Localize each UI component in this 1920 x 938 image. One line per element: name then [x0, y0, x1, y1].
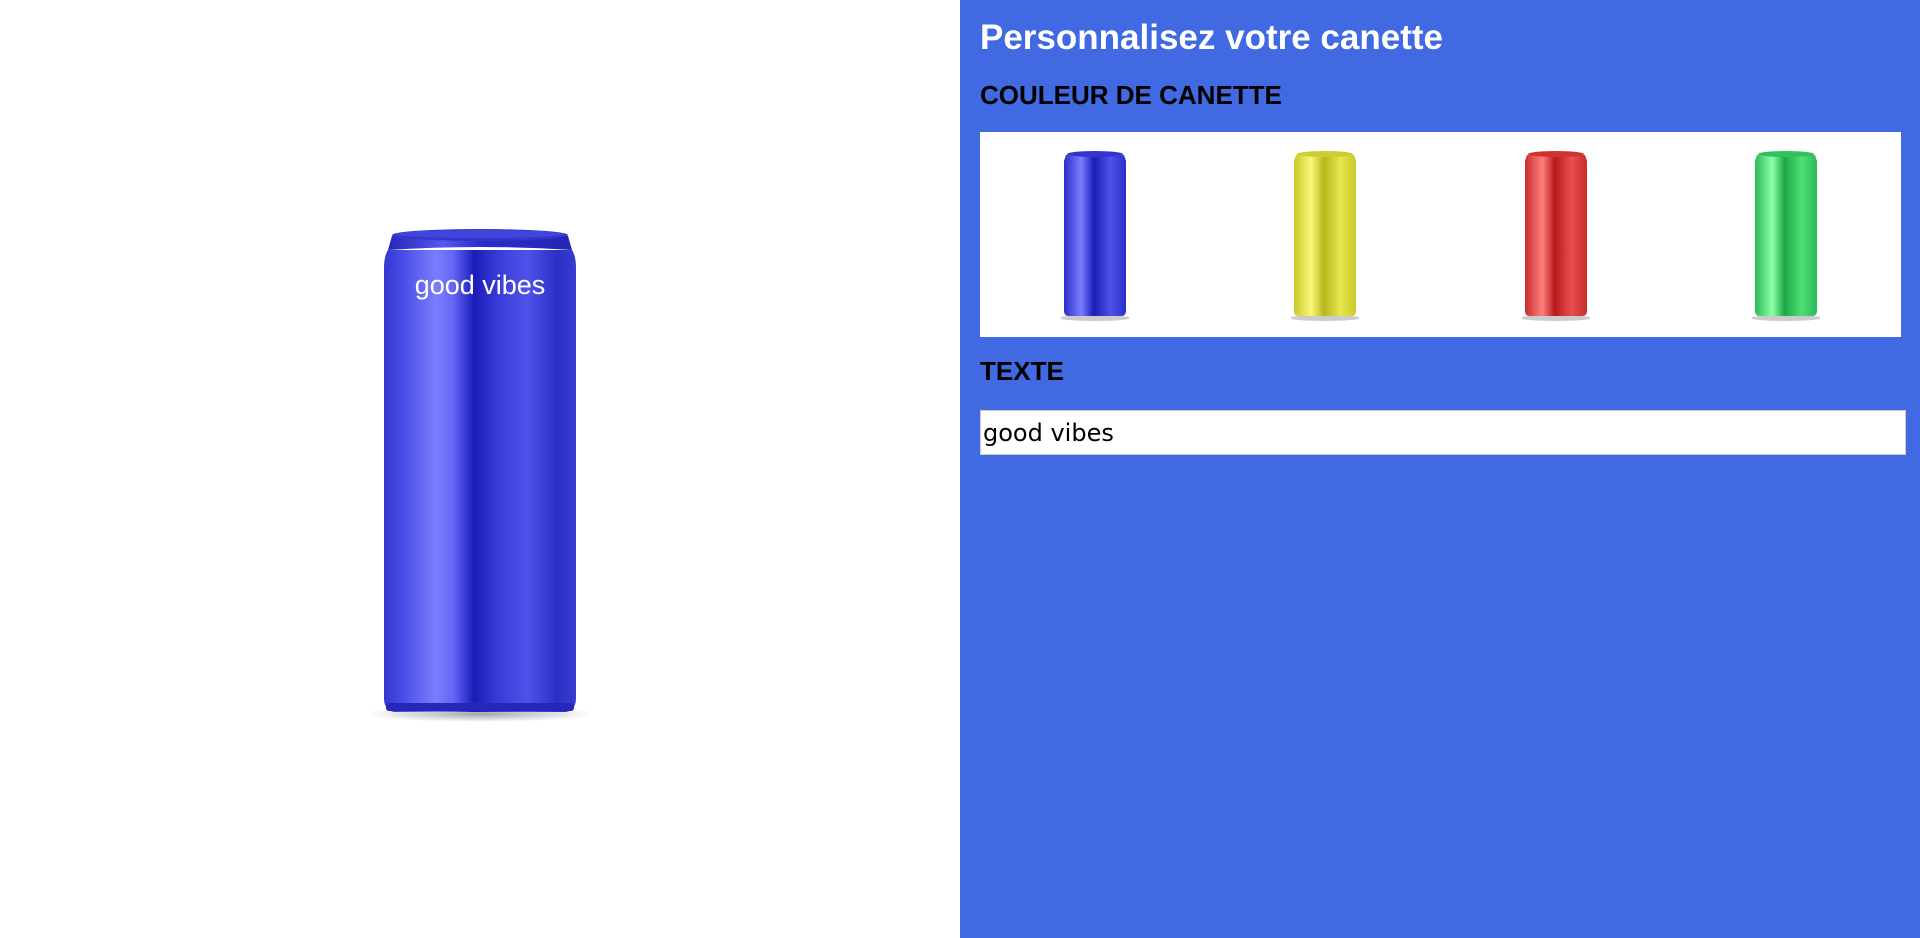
can-text-input[interactable]	[980, 410, 1906, 455]
can-color-option-blue[interactable]	[1055, 147, 1135, 322]
can-color-option-red[interactable]	[1516, 147, 1596, 322]
text-section-label: TEXTE	[980, 356, 1064, 386]
red-can-icon	[1521, 151, 1590, 321]
can-preview-text: good vibes	[414, 270, 546, 300]
panel-title: Personnalisez votre canette	[980, 18, 1443, 57]
green-can-icon	[1751, 151, 1820, 321]
page: good vibes Personnalisez votre canette C…	[0, 0, 1920, 938]
blue-can-icon	[1061, 151, 1130, 321]
can-color-swatches	[980, 132, 1901, 337]
can-color-option-yellow[interactable]	[1285, 147, 1365, 322]
yellow-can-icon	[1291, 151, 1360, 321]
can-color-section-label: COULEUR DE CANETTE	[980, 80, 1282, 110]
can-preview-area: good vibes	[0, 0, 960, 938]
can-color-option-green[interactable]	[1746, 147, 1826, 322]
customization-panel: Personnalisez votre canette COULEUR DE C…	[960, 0, 1920, 938]
